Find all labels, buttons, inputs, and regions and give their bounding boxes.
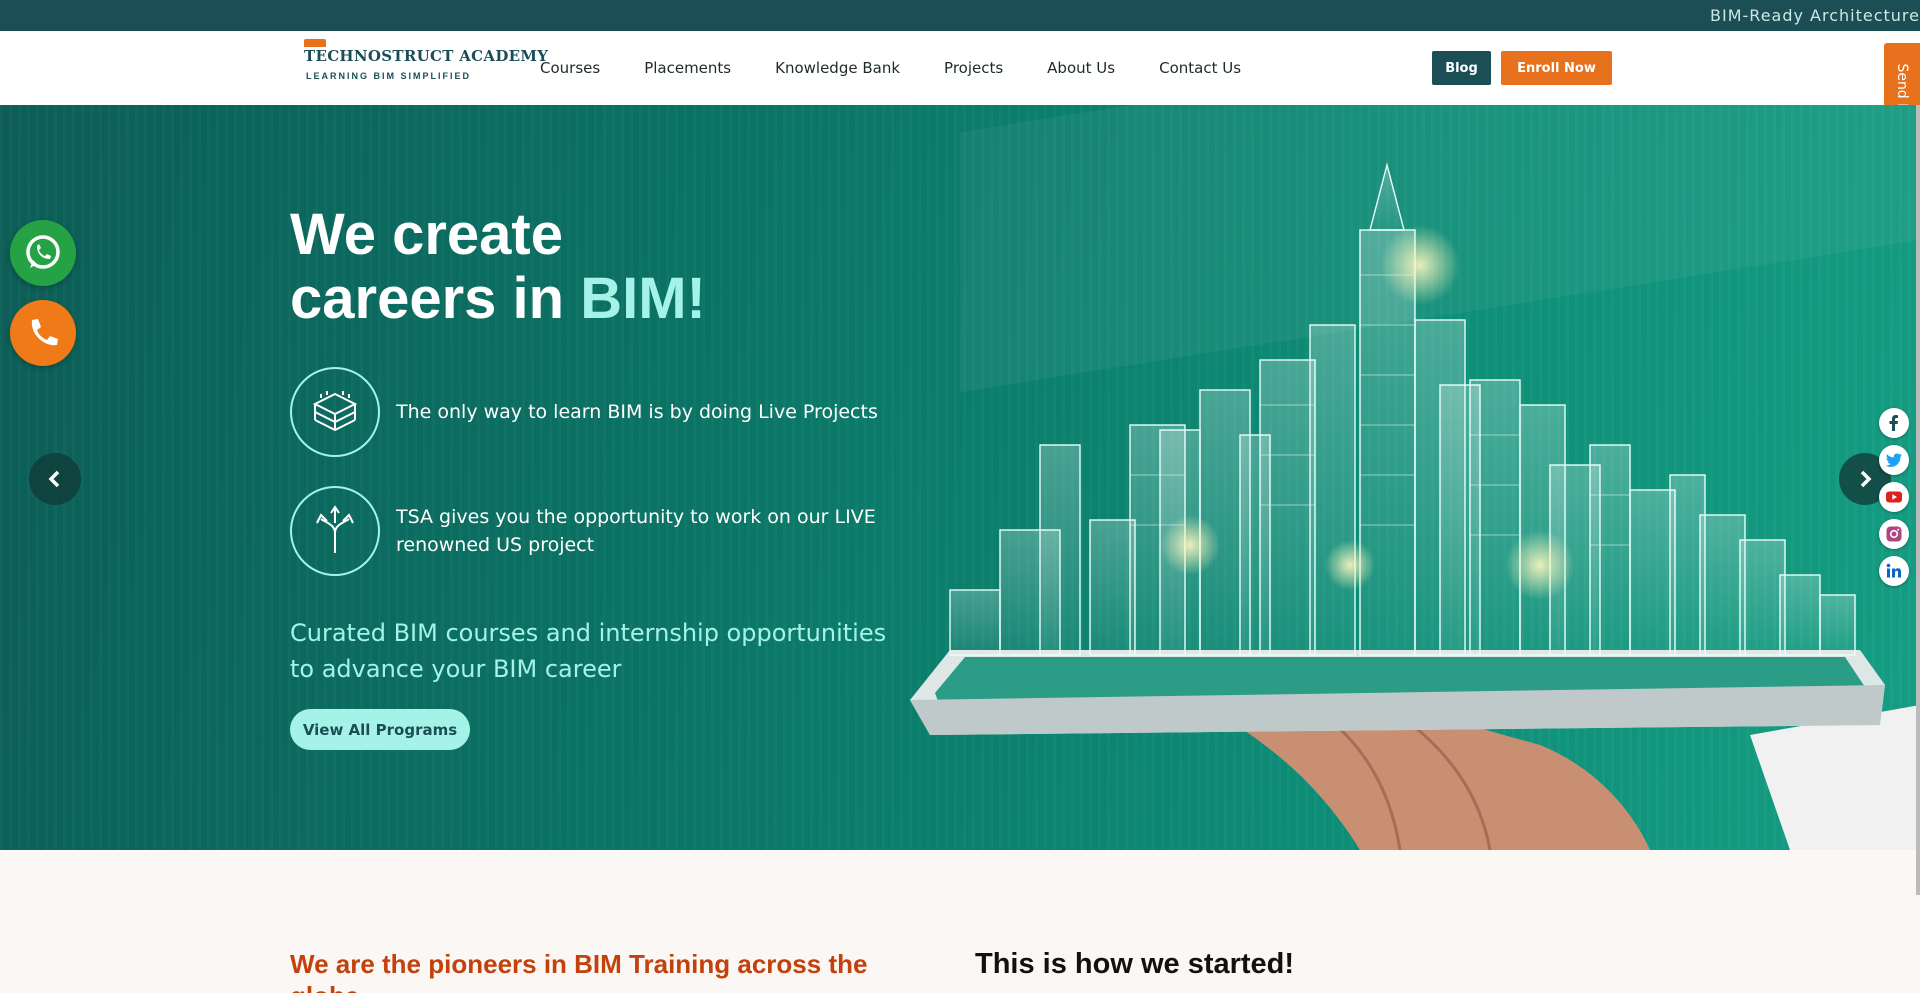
logo-hat-icon bbox=[304, 39, 326, 47]
nav-projects[interactable]: Projects bbox=[944, 59, 1003, 77]
hero-tagline: Curated BIM courses and internship oppor… bbox=[290, 619, 887, 683]
youtube-link[interactable] bbox=[1879, 482, 1909, 512]
top-ticker-bar: BIM-Ready Architecture bbox=[0, 0, 1920, 31]
blog-button[interactable]: Blog bbox=[1432, 51, 1491, 85]
ticker-text: BIM-Ready Architecture bbox=[1710, 6, 1920, 25]
feature-live-projects: The only way to learn BIM is by doing Li… bbox=[290, 367, 878, 457]
feature-live-projects-text: The only way to learn BIM is by doing Li… bbox=[396, 401, 878, 423]
hero-title: We create careers in BIM! bbox=[290, 203, 706, 331]
instagram-icon bbox=[1886, 526, 1902, 542]
nav-contact-us[interactable]: Contact Us bbox=[1159, 59, 1241, 77]
feature-us-project-text: TSA gives you the opportunity to work on… bbox=[396, 506, 876, 556]
nav-knowledge-bank[interactable]: Knowledge Bank bbox=[775, 59, 900, 77]
hero-banner: We create careers in BIM! The only way t… bbox=[0, 105, 1920, 850]
hero-title-accent: BIM! bbox=[580, 266, 706, 331]
view-all-programs-button[interactable]: View All Programs bbox=[290, 709, 470, 750]
nav-placements[interactable]: Placements bbox=[644, 59, 731, 77]
nav-courses[interactable]: Courses bbox=[540, 59, 600, 77]
facebook-icon bbox=[1889, 415, 1898, 431]
building-blocks-icon bbox=[290, 367, 380, 457]
city-tablet-illustration bbox=[910, 162, 1920, 850]
twitter-link[interactable] bbox=[1879, 445, 1909, 475]
linkedin-link[interactable] bbox=[1879, 556, 1909, 586]
youtube-icon bbox=[1886, 491, 1902, 503]
page-scrollbar[interactable] bbox=[1916, 105, 1920, 895]
chevron-right-icon bbox=[1860, 470, 1872, 488]
whatsapp-button[interactable] bbox=[10, 220, 76, 286]
linkedin-icon bbox=[1886, 563, 1901, 578]
site-logo[interactable]: TECHNOSTRUCT ACADEMY LEARNING BIM SIMPLI… bbox=[304, 39, 548, 89]
main-nav: Courses Placements Knowledge Bank Projec… bbox=[540, 31, 1285, 105]
instagram-link[interactable] bbox=[1879, 519, 1909, 549]
twitter-icon bbox=[1885, 453, 1902, 467]
split-arrows-icon bbox=[290, 486, 380, 576]
site-header: TECHNOSTRUCT ACADEMY LEARNING BIM SIMPLI… bbox=[0, 31, 1920, 105]
whatsapp-icon bbox=[26, 235, 60, 269]
facebook-link[interactable] bbox=[1879, 408, 1909, 438]
enroll-now-button[interactable]: Enroll Now bbox=[1501, 51, 1612, 85]
hero-title-line2: careers in bbox=[290, 266, 581, 331]
phone-icon bbox=[31, 319, 58, 346]
phone-button[interactable] bbox=[10, 300, 76, 366]
hero-title-line1: We create bbox=[290, 202, 563, 267]
carousel-prev-button[interactable] bbox=[29, 453, 81, 505]
pioneers-heading: We are the pioneers in BIM Training acro… bbox=[290, 949, 868, 993]
logo-tagline: LEARNING BIM SIMPLIFIED bbox=[306, 71, 471, 81]
about-section: We are the pioneers in BIM Training acro… bbox=[0, 850, 1920, 993]
feature-us-project: TSA gives you the opportunity to work on… bbox=[290, 486, 876, 576]
nav-about-us[interactable]: About Us bbox=[1047, 59, 1115, 77]
logo-name: TECHNOSTRUCT ACADEMY bbox=[304, 47, 549, 65]
how-we-started-heading: This is how we started! bbox=[975, 948, 1295, 980]
chevron-left-icon bbox=[48, 470, 60, 488]
